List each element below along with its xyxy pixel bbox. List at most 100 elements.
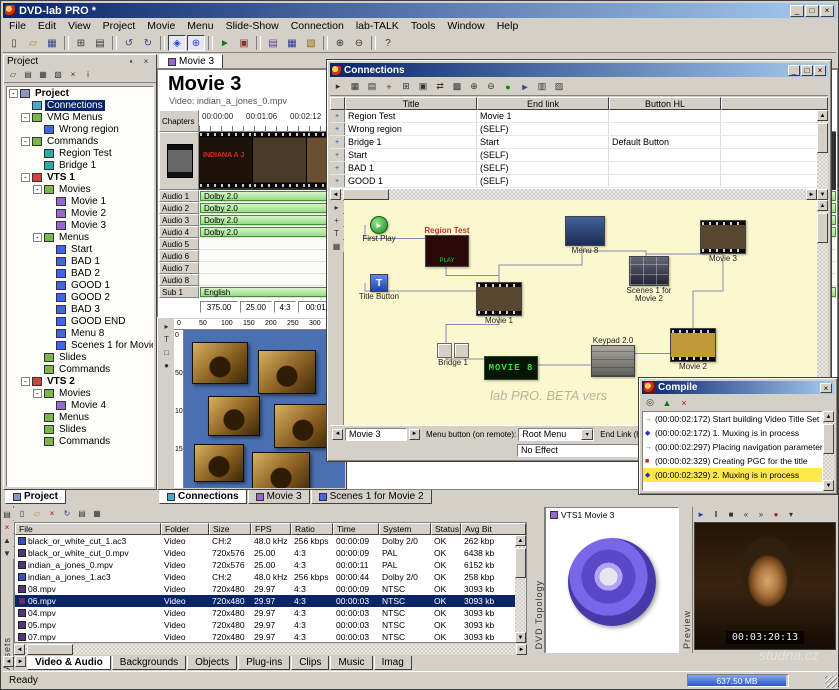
column-header[interactable]: Title (345, 97, 477, 110)
node-title-button[interactable]: TTitle Button (348, 274, 410, 301)
hand-tool-icon[interactable]: ◈ (168, 35, 186, 51)
node-bridge-1[interactable]: Bridge 1 (422, 342, 484, 367)
import-folder-icon[interactable]: ▱ (30, 507, 44, 519)
next-object-icon[interactable] (409, 429, 420, 440)
tree-item[interactable]: GOOD END (7, 315, 153, 327)
tree-expander-icon[interactable]: - (33, 389, 42, 398)
scrollbar-thumb[interactable] (515, 548, 526, 578)
row-expander-icon[interactable]: + (330, 149, 345, 161)
film-frame[interactable]: INDIANA A J (199, 132, 253, 188)
add-menu-icon[interactable]: ▦ (283, 35, 301, 51)
node-keypad[interactable]: Keypad 2.0 (582, 336, 644, 377)
tree-item[interactable]: -Menus (7, 231, 153, 243)
tab-plug-ins[interactable]: Plug-ins (238, 656, 290, 670)
menu-thumbnail[interactable] (194, 444, 244, 482)
column-header[interactable]: FPS (251, 523, 291, 535)
tree-item[interactable]: Movie 1 (7, 195, 153, 207)
close-button[interactable]: × (820, 5, 834, 17)
zoom-tool-icon[interactable]: ⊕ (187, 35, 205, 51)
tree-item[interactable]: Commands (7, 363, 153, 375)
record-icon[interactable]: ● (769, 508, 783, 520)
tree-item[interactable]: BAD 2 (7, 267, 153, 279)
scrollbar-track[interactable] (515, 546, 526, 632)
scroll-right-icon[interactable] (516, 644, 527, 655)
tree-expander-icon[interactable]: - (21, 377, 30, 386)
tree-item[interactable]: BAD 3 (7, 303, 153, 315)
scroll-up-icon[interactable] (823, 411, 834, 422)
paste-icon[interactable]: ▤ (91, 35, 109, 51)
matrix-icon[interactable]: ▩ (449, 80, 465, 94)
compile-icon[interactable]: ▣ (235, 35, 253, 51)
node-movie-2[interactable]: Movie 2 (662, 328, 724, 371)
pause-icon[interactable]: ‖ (709, 508, 723, 520)
scrollbar-track[interactable] (817, 121, 828, 189)
text-tool-icon[interactable]: T (330, 227, 344, 239)
tree-expander-icon[interactable]: - (21, 173, 30, 182)
chapters-track-label[interactable]: Chapters (159, 110, 199, 132)
tree-item[interactable]: Slides (7, 351, 153, 363)
close-button[interactable]: × (820, 383, 832, 393)
add-slideshow-icon[interactable]: ▧ (302, 35, 320, 51)
open-project-icon[interactable]: ▱ (24, 35, 42, 51)
tab-music[interactable]: Music (330, 656, 372, 670)
column-header[interactable]: Ratio (291, 523, 333, 535)
tree-expander-icon[interactable]: - (21, 137, 30, 146)
options-icon[interactable]: ▾ (784, 508, 798, 520)
tree-item[interactable]: Start (7, 243, 153, 255)
scrollbar-thumb[interactable] (343, 189, 389, 200)
tab-connections[interactable]: Connections (159, 490, 247, 504)
scrollbar-track[interactable] (25, 644, 516, 655)
column-header[interactable]: Status (431, 523, 461, 535)
redo-icon[interactable]: ↻ (139, 35, 157, 51)
tree-item[interactable]: BAD 1 (7, 255, 153, 267)
details-view-icon[interactable]: ▦ (90, 507, 104, 519)
column-header[interactable]: Size (209, 523, 251, 535)
log-entry[interactable]: →(00:00:02:172) Start building Video Tit… (643, 412, 822, 426)
tree-item[interactable]: Bridge 1 (7, 159, 153, 171)
help-icon[interactable]: ? (379, 35, 397, 51)
new-folder-icon[interactable]: ▱ (6, 68, 20, 80)
tab-backgrounds[interactable]: Backgrounds (112, 656, 186, 670)
tree-item[interactable]: Menus (7, 411, 153, 423)
shape-tool-icon[interactable]: □ (160, 346, 174, 358)
tree-expander-icon[interactable]: - (33, 233, 42, 242)
tree-item[interactable]: -VTS 2 (7, 375, 153, 387)
tab-clips[interactable]: Clips (291, 656, 329, 670)
scrollbar-thumb[interactable] (823, 424, 834, 454)
menu-thumbnail[interactable] (258, 350, 316, 394)
track-label[interactable]: Audio 7 (159, 262, 199, 274)
tab-movie-3[interactable]: Movie 3 (248, 490, 310, 504)
tree-item[interactable]: Movie 4 (7, 399, 153, 411)
node-movie-8[interactable]: MOVIE 8 (480, 356, 542, 380)
simulate-icon[interactable]: ● (500, 80, 516, 94)
refresh-icon[interactable]: ↻ (60, 507, 74, 519)
scroll-down-icon[interactable] (515, 632, 526, 643)
track-label[interactable]: Audio 1 (159, 190, 199, 202)
menu-thumbnail[interactable] (274, 404, 332, 448)
add-movie-icon[interactable]: ▤ (264, 35, 282, 51)
preview-icon[interactable]: ► (216, 35, 234, 51)
compile-titlebar[interactable]: Compile × (642, 381, 834, 394)
tab-scroll-icon[interactable] (3, 656, 14, 667)
tree-item[interactable]: -VTS 1 (7, 171, 153, 183)
tree-item[interactable]: Slides (7, 423, 153, 435)
list-view-icon[interactable]: ▤ (75, 507, 89, 519)
menu-thumbnail[interactable] (208, 396, 260, 436)
step-back-icon[interactable]: « (739, 508, 753, 520)
add-menu-icon[interactable]: ▦ (347, 80, 363, 94)
asset-row[interactable]: indian_a_jones_0.mpvVideo720x57625.004:3… (15, 559, 526, 571)
log-entry[interactable]: ◆(00:00:02:329) 2. Muxing is in process (643, 468, 822, 482)
delete-icon[interactable]: × (45, 507, 59, 519)
tree-expander-icon[interactable]: - (9, 89, 18, 98)
tree-item[interactable]: -Movies (7, 387, 153, 399)
track-label[interactable]: Audio 5 (159, 238, 199, 250)
horizontal-scrollbar[interactable] (14, 644, 527, 655)
scroll-down-icon[interactable] (823, 480, 834, 491)
play-icon[interactable]: ► (694, 508, 708, 520)
add-movie-icon[interactable]: ▤ (21, 68, 35, 80)
menu-file[interactable]: File (3, 20, 32, 32)
minimize-button[interactable]: _ (788, 65, 800, 76)
layout-icon[interactable]: ▥ (534, 80, 550, 94)
start-compile-icon[interactable]: ▲ (659, 396, 675, 410)
horizontal-scrollbar[interactable] (330, 189, 817, 200)
